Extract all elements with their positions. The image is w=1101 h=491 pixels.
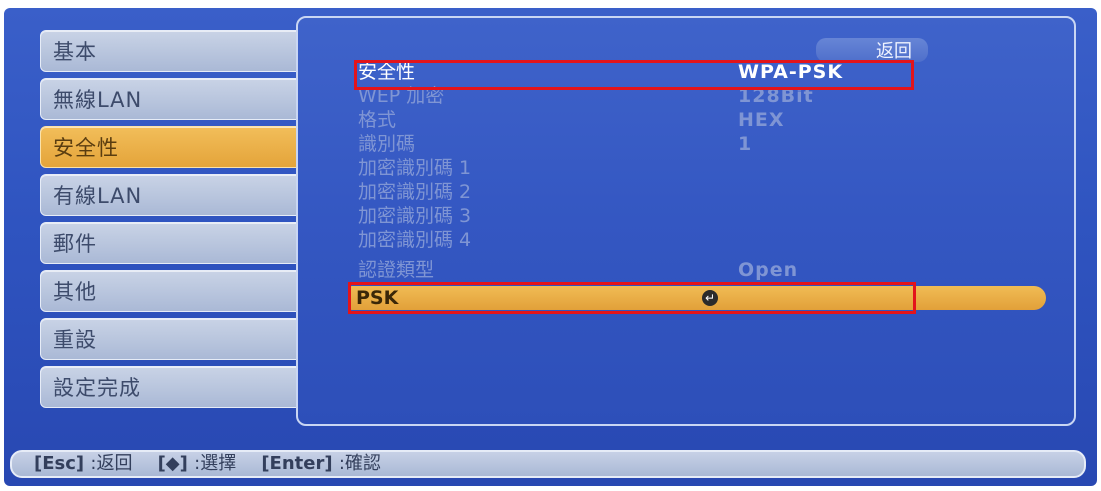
sidebar-item-wired-lan[interactable]: 有線LAN (40, 174, 304, 216)
setting-label: WEP 加密 (358, 85, 445, 107)
enter-action: :確認 (338, 453, 381, 474)
sidebar-item-other[interactable]: 其他 (40, 270, 304, 312)
projector-osd-screen: 基本 無線LAN 安全性 有線LAN 郵件 其他 重設 設定完成 返回 安全性 … (4, 8, 1097, 486)
psk-label: PSK (356, 287, 399, 309)
sidebar-item-label: 其他 (53, 280, 97, 304)
sidebar-item-label: 設定完成 (53, 376, 141, 400)
sidebar-item-setup-complete[interactable]: 設定完成 (40, 366, 304, 408)
esc-key: [Esc] (34, 453, 85, 474)
setting-row-encryption-key-1: 加密識別碼 1 (358, 156, 918, 180)
setting-label: 認證類型 (358, 259, 435, 281)
sidebar-item-label: 郵件 (53, 232, 97, 256)
setting-row-format: 格式 HEX (358, 108, 918, 132)
sidebar-item-label: 安全性 (53, 136, 119, 160)
sidebar-item-label: 基本 (53, 40, 97, 64)
setting-row-wep-encryption: WEP 加密 128Bit (358, 84, 918, 108)
psk-row[interactable]: PSK ↵ (348, 286, 1046, 310)
sidebar-item-reset[interactable]: 重設 (40, 318, 304, 360)
sidebar-item-label: 有線LAN (53, 184, 143, 208)
setting-label: 加密識別碼 4 (358, 229, 472, 251)
setting-row-key-id: 識別碼 1 (358, 132, 918, 156)
setting-row-auth-type: 認證類型 Open (358, 258, 918, 282)
arrow-key: [◆] (157, 453, 188, 474)
key-hint-bar: [Esc] :返回 [◆] :選擇 [Enter] :確認 (10, 450, 1086, 478)
setting-label: 格式 (358, 109, 397, 131)
sidebar-item-mail[interactable]: 郵件 (40, 222, 304, 264)
setting-row-security[interactable]: 安全性 WPA-PSK (358, 60, 918, 84)
setting-label: 加密識別碼 1 (358, 157, 472, 179)
setting-row-encryption-key-4: 加密識別碼 4 (358, 228, 918, 252)
esc-action: :返回 (90, 453, 133, 474)
arrow-action: :選擇 (194, 453, 237, 474)
sidebar-item-basic[interactable]: 基本 (40, 30, 304, 72)
setting-label: 安全性 (358, 61, 416, 83)
setting-value: WPA-PSK (738, 61, 844, 83)
setting-value: HEX (738, 109, 785, 131)
setting-row-encryption-key-2: 加密識別碼 2 (358, 180, 918, 204)
setting-label: 加密識別碼 2 (358, 181, 472, 203)
sidebar-item-security[interactable]: 安全性 (40, 126, 320, 168)
setting-value: 1 (738, 133, 753, 155)
back-button[interactable]: 返回 (816, 38, 928, 62)
enter-icon: ↵ (702, 290, 718, 306)
setting-label: 識別碼 (358, 133, 416, 155)
setting-value: Open (738, 259, 799, 281)
sidebar-item-wireless-lan[interactable]: 無線LAN (40, 78, 304, 120)
setting-label: 加密識別碼 3 (358, 205, 472, 227)
sidebar-item-label: 重設 (53, 328, 97, 352)
sidebar-item-label: 無線LAN (53, 88, 143, 112)
setting-row-encryption-key-3: 加密識別碼 3 (358, 204, 918, 228)
enter-key: [Enter] (261, 453, 333, 474)
security-settings-panel: 返回 安全性 WPA-PSK WEP 加密 128Bit 格式 HEX 識別碼 … (296, 16, 1076, 426)
setting-value: 128Bit (738, 85, 814, 107)
